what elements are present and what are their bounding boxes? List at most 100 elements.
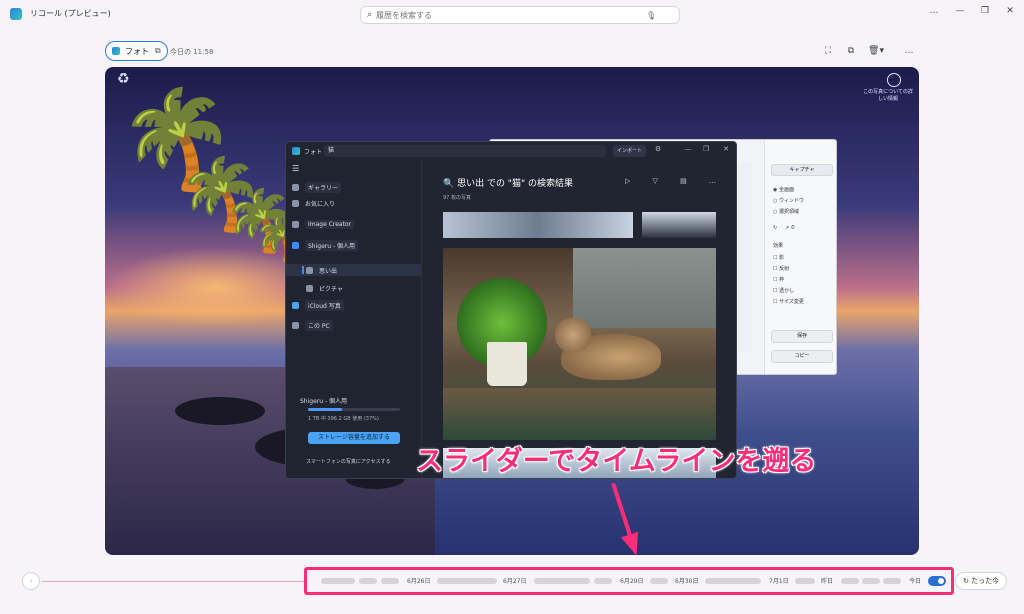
photos-minimize-button[interactable]: — [682, 145, 694, 153]
effect-reflection[interactable]: ☐ 反射 [773, 265, 789, 272]
timeline-segment[interactable] [381, 578, 399, 584]
photos-logo-icon [292, 147, 300, 155]
sidebar-item-label: ピクチャ [319, 286, 343, 293]
photos-close-button[interactable]: ✕ [720, 145, 732, 153]
timeline-slider[interactable]: 6月26日 6月27日 6月29日 6月30日 7月1日 昨日 今日 [304, 567, 954, 595]
search-icon: ⌕ [367, 10, 373, 20]
sidebar-item-onedrive[interactable]: Shigeru - 個人用 [292, 240, 359, 251]
snip-tools-row[interactable]: ↻ ➚ ⏱ [773, 225, 795, 231]
import-button[interactable]: インポート [613, 145, 647, 157]
annotation-caption: スライダーでタイムラインを遡る [416, 446, 817, 477]
photo-thumbnail[interactable] [642, 212, 716, 238]
sidebar-item-image-creator[interactable]: Image Creator [292, 220, 355, 229]
folder-icon [306, 285, 313, 292]
timeline-segment[interactable] [705, 578, 761, 584]
close-button[interactable]: ✕ [1000, 6, 1020, 16]
photos-maximize-button[interactable]: ❐ [700, 145, 712, 153]
timeline-segment[interactable] [594, 578, 612, 584]
timeline-date-label: 6月26日 [407, 578, 431, 585]
mode-label: 選択領域 [778, 209, 799, 215]
sidebar-item-icloud[interactable]: iCloud 写真 [292, 300, 344, 311]
timeline-date-label: 今日 [909, 578, 922, 585]
snapshot-timestamp: 今日の 11:58 [170, 48, 214, 56]
results-toolbar[interactable]: ▷ ▽ ▤ … [625, 177, 726, 185]
phone-photos-button[interactable]: スマートフォンの写真にアクセスする [306, 458, 391, 465]
sidebar-item-label: この PC [305, 320, 333, 331]
timeline-track[interactable] [42, 581, 304, 582]
window-glass [573, 248, 716, 328]
timeline-segment[interactable] [650, 578, 668, 584]
sidebar-item-pictures[interactable]: ピクチャ [306, 284, 343, 293]
effect-shadow[interactable]: ☐ 影 [773, 254, 784, 261]
storage-usage-bar [308, 408, 400, 411]
mode-label: ウィンドウ [778, 198, 804, 204]
heart-icon [292, 200, 299, 207]
recall-app-icon [10, 8, 22, 20]
title-bar: リコール (プレビュー) ⌕ 🎙 … — ❐ ✕ [0, 0, 1024, 30]
history-search-box[interactable]: ⌕ 🎙 [360, 6, 680, 24]
effects-label: 効果 [773, 243, 784, 249]
more-options-icon[interactable]: … [924, 6, 944, 16]
timeline-current-position-handle[interactable] [928, 576, 946, 586]
sidebar-item-favorites[interactable]: お気に入り [292, 199, 335, 208]
snip-options-panel: キャプチャ ◉ 全画面 ○ ウィンドウ ○ 選択領域 ↻ ➚ ⏱ 効果 ☐ 影 … [764, 140, 836, 374]
photos-app-label: フォト [304, 148, 323, 156]
results-title: 🔍 思い出 での "猫" の検索結果 [443, 179, 573, 189]
sidebar-item-label: お気に入り [305, 201, 336, 208]
effect-resize[interactable]: ☐ サイズ変更 [773, 298, 804, 305]
cat-head [555, 318, 591, 352]
snapshot-screenshot[interactable]: 🌴 🌴 🌴 🌴 ♻ この写真についての詳しい情報 キャプチャ ◉ 全画面 ○ ウ… [105, 67, 919, 555]
timeline-date-label: 6月29日 [620, 578, 644, 585]
pc-icon [292, 322, 299, 329]
capture-button[interactable]: キャプチャ [771, 164, 833, 176]
add-storage-button[interactable]: ストレージ容量を追加する [308, 432, 400, 444]
save-button[interactable]: 保存 [771, 330, 833, 343]
context-info-icon[interactable] [887, 73, 901, 87]
maximize-button[interactable]: ❐ [975, 6, 995, 16]
more-icon[interactable]: … [901, 46, 917, 56]
timeline-segment[interactable] [862, 578, 880, 584]
copy-icon[interactable]: ⧉ [843, 46, 859, 56]
sidebar-item-this-pc[interactable]: この PC [292, 320, 333, 331]
app-chip-photos[interactable]: フォト ⧉ [105, 41, 168, 61]
mode-window[interactable]: ○ ウィンドウ [773, 197, 804, 204]
timeline-segment[interactable] [841, 578, 859, 584]
microphone-icon[interactable]: 🎙 [646, 11, 656, 20]
cat-photo-thumbnail[interactable] [443, 248, 716, 440]
minimize-button[interactable]: — [950, 6, 970, 16]
app-chip-label: フォト [125, 46, 149, 56]
results-title-text: 思い出 での "猫" の検索結果 [457, 179, 573, 189]
timeline-segment[interactable] [359, 578, 377, 584]
sidebar-item-label: iCloud 写真 [305, 300, 344, 311]
image-creator-icon [292, 221, 299, 228]
mode-fullscreen[interactable]: ◉ 全画面 [773, 186, 794, 193]
timeline-back-button[interactable]: ‹ [22, 572, 40, 590]
results-count: 97 枚の写真 [443, 195, 471, 201]
photos-sidebar: ☰ ギャラリー お気に入り Image Creator Shigeru - 個人… [286, 160, 422, 478]
storage-usage-text: 1 TB 中 396.2 GB 使用 (37%) [308, 416, 379, 422]
timeline-segment[interactable] [437, 578, 497, 584]
effect-label: 透かし [779, 288, 795, 294]
photo-thumbnail[interactable] [443, 212, 633, 238]
timeline-segment[interactable] [795, 578, 815, 584]
photos-search-input[interactable]: 猫 [324, 145, 606, 157]
copy-button[interactable]: コピー [771, 350, 833, 363]
effect-frame[interactable]: ☐ 枠 [773, 276, 784, 283]
mode-region[interactable]: ○ 選択領域 [773, 208, 799, 215]
sidebar-item-memories[interactable]: 思い出 [306, 266, 337, 275]
jump-to-now-button[interactable]: ↻ たった今 [955, 572, 1008, 590]
recycle-bin-icon[interactable]: ♻ [117, 71, 135, 91]
timeline-segment[interactable] [321, 578, 355, 584]
history-search-input[interactable] [376, 10, 647, 20]
effect-watermark[interactable]: ☐ 透かし [773, 287, 794, 294]
copy-snapshot-icon[interactable]: ⛶ [820, 46, 836, 56]
hamburger-menu-icon[interactable]: ☰ [292, 164, 299, 173]
photos-app-icon [112, 47, 120, 55]
plant-pot [487, 342, 527, 386]
photos-app-window[interactable]: フォト 猫 インポート ⚙ — ❐ ✕ ☰ ギャラリー お気に入り Image … [285, 141, 737, 479]
settings-icon[interactable]: ⚙ [652, 145, 664, 153]
timeline-segment[interactable] [534, 578, 590, 584]
sidebar-item-gallery[interactable]: ギャラリー [292, 182, 342, 193]
delete-icon[interactable]: 🗑︎▾ [868, 46, 884, 56]
timeline-segment[interactable] [883, 578, 901, 584]
